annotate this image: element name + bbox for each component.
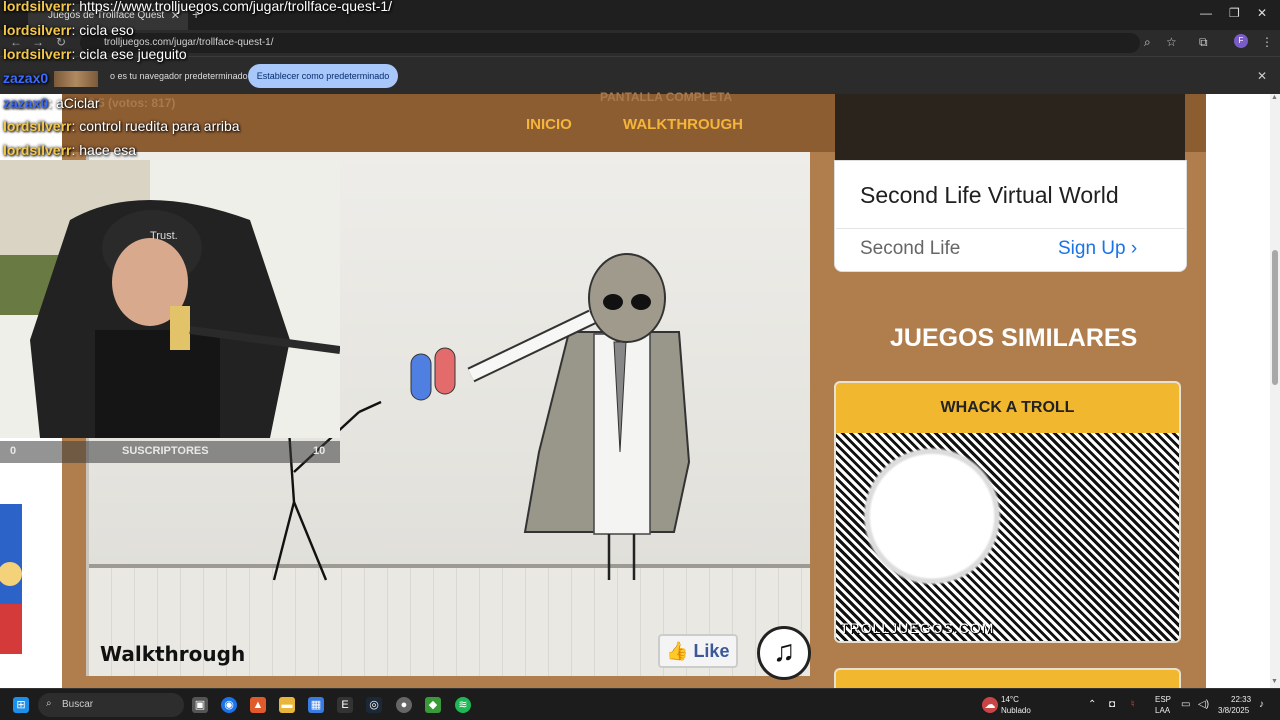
taskbar-search-text: Buscar [62, 699, 94, 710]
chat-line: lordsilverr: cicla eso [3, 22, 134, 38]
ad-title[interactable]: Second Life Virtual World [860, 182, 1119, 209]
taskbar-search[interactable]: ⌕ Buscar [38, 693, 184, 717]
right-margin [1206, 94, 1270, 688]
ad-brand: Second Life [860, 238, 961, 259]
next-similar-card[interactable] [834, 668, 1181, 690]
faded-fullscreen: PANTALLA COMPLETA [600, 90, 733, 104]
page-scrollbar[interactable] [1270, 94, 1280, 688]
maximize-icon[interactable]: ❐ [1229, 6, 1240, 20]
walkthrough-label[interactable]: Walkthrough [100, 642, 245, 666]
similar-game-thumbnail[interactable] [836, 433, 1179, 641]
infobar-message: o es tu navegador predeterminado [110, 71, 248, 81]
obs-icon[interactable]: ● [396, 697, 412, 713]
windows-start-icon[interactable]: ⊞ [13, 697, 29, 713]
chat-line: lordsilverr: control ruedita para arriba [3, 118, 240, 134]
chat-line: lordsilverr: https://www.trolljuegos.com… [3, 0, 393, 14]
music-note-icon[interactable]: ♫ [757, 626, 811, 680]
clock-time[interactable]: 22:33 [1231, 695, 1251, 704]
webcam-overlay: Trust. [0, 160, 340, 438]
weather-desc: Nublado [1001, 706, 1031, 715]
nav-walkthrough[interactable]: WALKTHROUGH [623, 116, 743, 133]
thumbnail-caption: TROLLJUEGOS.COM [840, 620, 995, 636]
clock-date[interactable]: 3/8/2025 [1218, 706, 1249, 715]
tray-chevron-icon[interactable]: ⌃ [1088, 699, 1096, 710]
shirt-brand-text: Trust. [150, 230, 178, 242]
subscriber-left-count: 0 [10, 445, 17, 457]
discord-icon[interactable]: ◘ [1109, 699, 1115, 710]
subscriber-bar: 0 SUSCRIPTORES 10 [0, 441, 340, 463]
menu-dots-icon[interactable]: ⋮ [1261, 35, 1273, 49]
subscriber-label: SUSCRIPTORES [122, 445, 209, 457]
like-button[interactable]: 👍 Like [658, 634, 738, 668]
scroll-down-icon[interactable]: ▼ [1271, 678, 1278, 685]
address-row: ← → ↻ trolljuegos.com/jugar/trollface-qu… [0, 30, 1280, 56]
weather-temp: 14°C [1001, 695, 1019, 704]
chevron-right-icon: › [1130, 238, 1138, 259]
scroll-up-icon[interactable]: ▲ [1271, 94, 1278, 101]
chat-line: lordsilverr: hace esa [3, 142, 137, 158]
mic-icon[interactable]: ♮ [1131, 699, 1135, 710]
faded-rating: 5.5 (votos: 817) [88, 96, 176, 110]
similar-games-heading: JUEGOS SIMILARES [890, 324, 1138, 352]
minimize-icon[interactable]: — [1200, 6, 1212, 20]
store-icon[interactable]: ▦ [308, 697, 324, 713]
infobar-close-icon[interactable]: ✕ [1257, 69, 1267, 83]
chat-line: lordsilverr: cicla ese jueguito [3, 46, 187, 62]
volume-icon[interactable]: ◁) [1198, 699, 1209, 710]
notification-bell-icon[interactable]: ♪ [1259, 699, 1264, 710]
brave-icon[interactable]: ▲ [250, 697, 266, 713]
network-icon[interactable]: ▭ [1181, 699, 1190, 710]
lang-indicator-1[interactable]: ESP [1155, 695, 1171, 704]
similar-game-title[interactable]: WHACK A TROLL [836, 383, 1179, 433]
lang-indicator-2[interactable]: LAA [1155, 706, 1170, 715]
scroll-thumb[interactable] [1272, 250, 1278, 385]
coat-man-figure [467, 253, 691, 580]
ad-signup-link[interactable]: Sign Up › [1058, 238, 1137, 260]
default-browser-infobar: o es tu navegador predeterminado Estable… [0, 56, 1280, 94]
nav-inicio[interactable]: INICIO [526, 116, 572, 133]
file-explorer-icon[interactable]: ▬ [279, 697, 295, 713]
app-icon[interactable]: ◆ [425, 697, 441, 713]
steam-icon[interactable]: ◎ [366, 697, 382, 713]
windows-taskbar: ⊞ ⌕ Buscar ▣ ◉ ▲ ▬ ▦ E ◎ ● ◆ ≋ ☁ 14°C Nu… [0, 688, 1280, 720]
close-window-icon[interactable]: ✕ [1257, 6, 1267, 20]
extensions-icon[interactable]: ⧉ [1199, 35, 1208, 50]
like-label: Like [693, 641, 730, 661]
ad-divider [836, 228, 1185, 229]
address-bar[interactable]: trolljuegos.com/jugar/trollface-quest-1/ [80, 33, 1140, 53]
task-view-icon[interactable]: ▣ [192, 697, 208, 713]
chat-line: zazax0 [3, 70, 99, 88]
chat-emotes [54, 71, 99, 88]
profile-avatar[interactable]: F [1234, 34, 1248, 48]
thumbs-up-icon: 👍 [666, 641, 689, 661]
similar-game-card[interactable]: WHACK A TROLL [834, 381, 1181, 643]
weather-icon[interactable]: ☁ [982, 697, 998, 713]
epic-games-icon[interactable]: E [337, 697, 353, 713]
search-icon: ⌕ [46, 698, 52, 709]
chat-line: zazax0: aCiclar [3, 95, 100, 111]
subscriber-right-count: 10 [313, 445, 326, 457]
zoom-icon[interactable]: ⌕ [1144, 35, 1151, 50]
chrome-icon[interactable]: ◉ [221, 697, 237, 713]
spotify-icon[interactable]: ≋ [455, 697, 471, 713]
webcam-scene [0, 160, 340, 438]
set-default-button[interactable]: Establecer como predeterminado [248, 64, 398, 88]
bookmark-star-icon[interactable]: ☆ [1166, 35, 1177, 49]
pills-icon [410, 347, 456, 401]
ad-banner-image[interactable] [835, 94, 1185, 160]
